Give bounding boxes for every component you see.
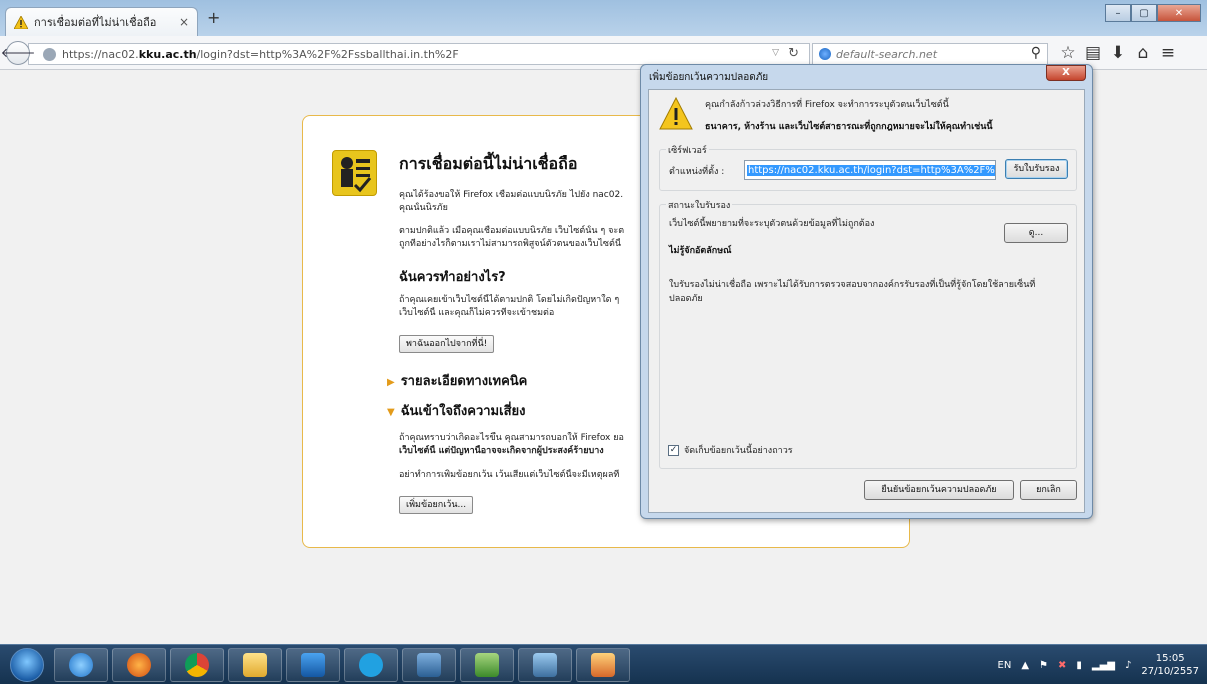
home-icon[interactable]: ⌂ <box>1135 42 1151 64</box>
get-me-out-button[interactable]: พาฉันออกไปจากที่นี่! <box>399 335 495 353</box>
get-certificate-button[interactable]: รับใบรับรอง <box>1005 159 1068 179</box>
certificate-status-text: เว็บไซต์นี้พยายามที่จะระบุตัวตนด้วยข้อมู… <box>669 219 875 229</box>
location-input[interactable]: https://nac02.kku.ac.th/login?dst=http%3… <box>744 160 996 180</box>
technical-details-label: รายละเอียดทางเทคนิค <box>400 374 528 389</box>
minimize-button[interactable]: – <box>1105 4 1131 22</box>
search-engine-icon[interactable] <box>819 48 831 60</box>
search-placeholder: default-search.net <box>836 47 938 61</box>
collapsed-arrow-icon: ▶ <box>387 377 395 388</box>
maximize-button[interactable]: ▢ <box>1131 4 1157 22</box>
tab-close-icon[interactable]: × <box>179 15 189 29</box>
firefox-icon <box>127 653 151 677</box>
media-player-icon <box>301 653 325 677</box>
new-tab-button[interactable]: + <box>207 10 220 26</box>
url-bar[interactable]: https://nac02. kku.ac.th/login?dst=http%3… <box>28 43 810 65</box>
paint-icon <box>591 653 615 677</box>
back-button[interactable]: 🡐 <box>1 41 35 65</box>
permanent-exception-option[interactable]: ✓ จัดเก็บข้อยกเว้นนี้อย่างถาวร <box>668 443 793 457</box>
certificate-status-label: สถานะใบรับรอง <box>666 198 733 212</box>
server-group-label: เซิร์ฟเวอร์ <box>666 143 709 157</box>
warning-icon <box>14 15 28 29</box>
view-certificate-button[interactable]: ดู... <box>1004 223 1068 243</box>
tab-current[interactable]: การเชื่อมต่อที่ไม่น่าเชื่อถือ × <box>5 7 198 36</box>
error-title: การเชื่อมต่อนี้ไม่น่าเชื่อถือ <box>399 154 578 173</box>
clock-date: 27/10/2557 <box>1141 666 1199 677</box>
system-tray: EN ▲ ⚑ ✖ ▮ ▂▄▆ ♪ 15:05 27/10/2557 <box>998 645 1200 684</box>
permanent-exception-checkbox[interactable]: ✓ <box>668 444 679 456</box>
url-domain: kku.ac.th <box>138 47 197 61</box>
add-security-exception-dialog: เพิ่มข้อยกเว้นความปลอดภัย X คุณกำลังก้าว… <box>640 64 1093 519</box>
url-prefix: https://nac02. <box>62 47 139 61</box>
add-exception-button[interactable]: เพิ่มข้อยกเว้น... <box>399 496 474 514</box>
close-window-button[interactable]: ✕ <box>1157 4 1201 22</box>
search-icon[interactable]: ⚲ <box>1031 45 1041 61</box>
understand-risks-label: ฉันเข้าใจถึงความเสี่ยง <box>400 404 526 419</box>
page-content: การเชื่อมต่อนี้ไม่น่าเชื่อถือ คุณได้ร้อง… <box>0 64 1207 644</box>
taskbar-chrome[interactable] <box>170 648 224 682</box>
warning-icon <box>658 96 694 132</box>
untrusted-text-2: ปลอดภัย <box>669 294 703 304</box>
unknown-identity-heading: ไม่รู้จักอัตลักษณ์ <box>669 246 732 256</box>
bookmarks-menu-icon[interactable]: ▤ <box>1085 42 1101 64</box>
certificate-status-group: สถานะใบรับรอง เว็บไซต์นี้พยายามที่จะระบุ… <box>659 198 1077 469</box>
taskbar-paint[interactable] <box>576 648 630 682</box>
search-bar[interactable]: default-search.net ⚲ <box>812 43 1048 65</box>
url-path: /login?dst=http%3A%2F%2Fssballthai.in.th… <box>196 47 459 61</box>
toolbar-icons: ☆ ▤ ⬇ ⌂ ≡ <box>1060 42 1176 64</box>
taskbar-explorer[interactable] <box>228 648 282 682</box>
bookmark-star-icon[interactable]: ☆ <box>1060 42 1076 64</box>
taskbar-media[interactable] <box>286 648 340 682</box>
window-controls: – ▢ ✕ <box>1105 4 1201 22</box>
show-hidden-icons-icon[interactable]: ▲ <box>1021 660 1029 671</box>
dialog-close-button[interactable]: X <box>1046 65 1086 81</box>
flag-icon[interactable]: ⚑ <box>1039 660 1048 671</box>
language-indicator[interactable]: EN <box>998 660 1012 671</box>
expanded-arrow-icon: ▼ <box>387 407 395 418</box>
security-alert-icon[interactable]: ✖ <box>1058 660 1066 671</box>
dialog-title: เพิ่มข้อยกเว้นความปลอดภัย <box>649 72 769 83</box>
taskbar-app-6[interactable] <box>402 648 456 682</box>
clock-time: 15:05 <box>1155 653 1185 664</box>
cancel-button[interactable]: ยกเลิก <box>1020 480 1077 500</box>
app-icon <box>475 653 499 677</box>
taskbar-skype[interactable] <box>344 648 398 682</box>
taskbar-ie[interactable] <box>54 648 108 682</box>
start-button[interactable] <box>10 648 44 682</box>
ie-icon <box>69 653 93 677</box>
history-dropdown-icon[interactable]: ▽ <box>772 48 779 58</box>
server-group: เซิร์ฟเวอร์ ตำแหน่งที่ตั้ง : https://nac… <box>659 143 1077 191</box>
chrome-icon <box>185 653 209 677</box>
taskbar-firefox[interactable] <box>112 648 166 682</box>
tab-strip: การเชื่อมต่อที่ไม่น่าเชื่อถือ × + – ▢ ✕ <box>0 0 1207 36</box>
understand-risks-toggle[interactable]: ▼ ฉันเข้าใจถึงความเสี่ยง <box>387 400 525 421</box>
folder-icon <box>243 653 267 677</box>
warning-bold-text: ธนาคาร, ห้างร้าน และเว็บไซต์สาธารณะที่ถู… <box>705 122 993 132</box>
tab-title: การเชื่อมต่อที่ไม่น่าเชื่อถือ <box>34 16 157 29</box>
dialog-body: คุณกำลังก้าวล่วงวิธีการที่ Firefox จะทำก… <box>648 89 1085 513</box>
taskbar: EN ▲ ⚑ ✖ ▮ ▂▄▆ ♪ 15:05 27/10/2557 <box>0 644 1207 684</box>
what-heading: ฉันควรทำอย่างไร? <box>399 270 506 285</box>
taskbar-app-8[interactable] <box>518 648 572 682</box>
app-icon <box>417 653 441 677</box>
warning-text: คุณกำลังก้าวล่วงวิธีการที่ Firefox จะทำก… <box>705 100 949 110</box>
battery-icon[interactable]: ▮ <box>1076 660 1082 671</box>
reload-icon[interactable]: ↻ <box>788 46 799 61</box>
app-icon <box>533 653 557 677</box>
downloads-icon[interactable]: ⬇ <box>1110 42 1126 64</box>
clock[interactable]: 15:05 27/10/2557 <box>1141 652 1199 678</box>
volume-icon[interactable]: ♪ <box>1125 660 1131 671</box>
policeman-icon <box>332 150 377 196</box>
location-value: https://nac02.kku.ac.th/login?dst=http%3… <box>747 165 995 176</box>
location-label: ตำแหน่งที่ตั้ง : <box>669 167 725 177</box>
taskbar-app-7[interactable] <box>460 648 514 682</box>
confirm-exception-button[interactable]: ยืนยันข้อยกเว้นความปลอดภัย <box>864 480 1014 500</box>
menu-icon[interactable]: ≡ <box>1160 42 1176 64</box>
skype-icon <box>359 653 383 677</box>
technical-details-toggle[interactable]: ▶ รายละเอียดทางเทคนิค <box>387 370 527 391</box>
untrusted-text-1: ใบรับรองไม่น่าเชื่อถือ เพราะไม่ได้รับการ… <box>669 280 1036 290</box>
permanent-exception-label: จัดเก็บข้อยกเว้นนี้อย่างถาวร <box>684 446 793 456</box>
globe-icon <box>43 47 56 61</box>
network-signal-icon[interactable]: ▂▄▆ <box>1092 660 1115 671</box>
